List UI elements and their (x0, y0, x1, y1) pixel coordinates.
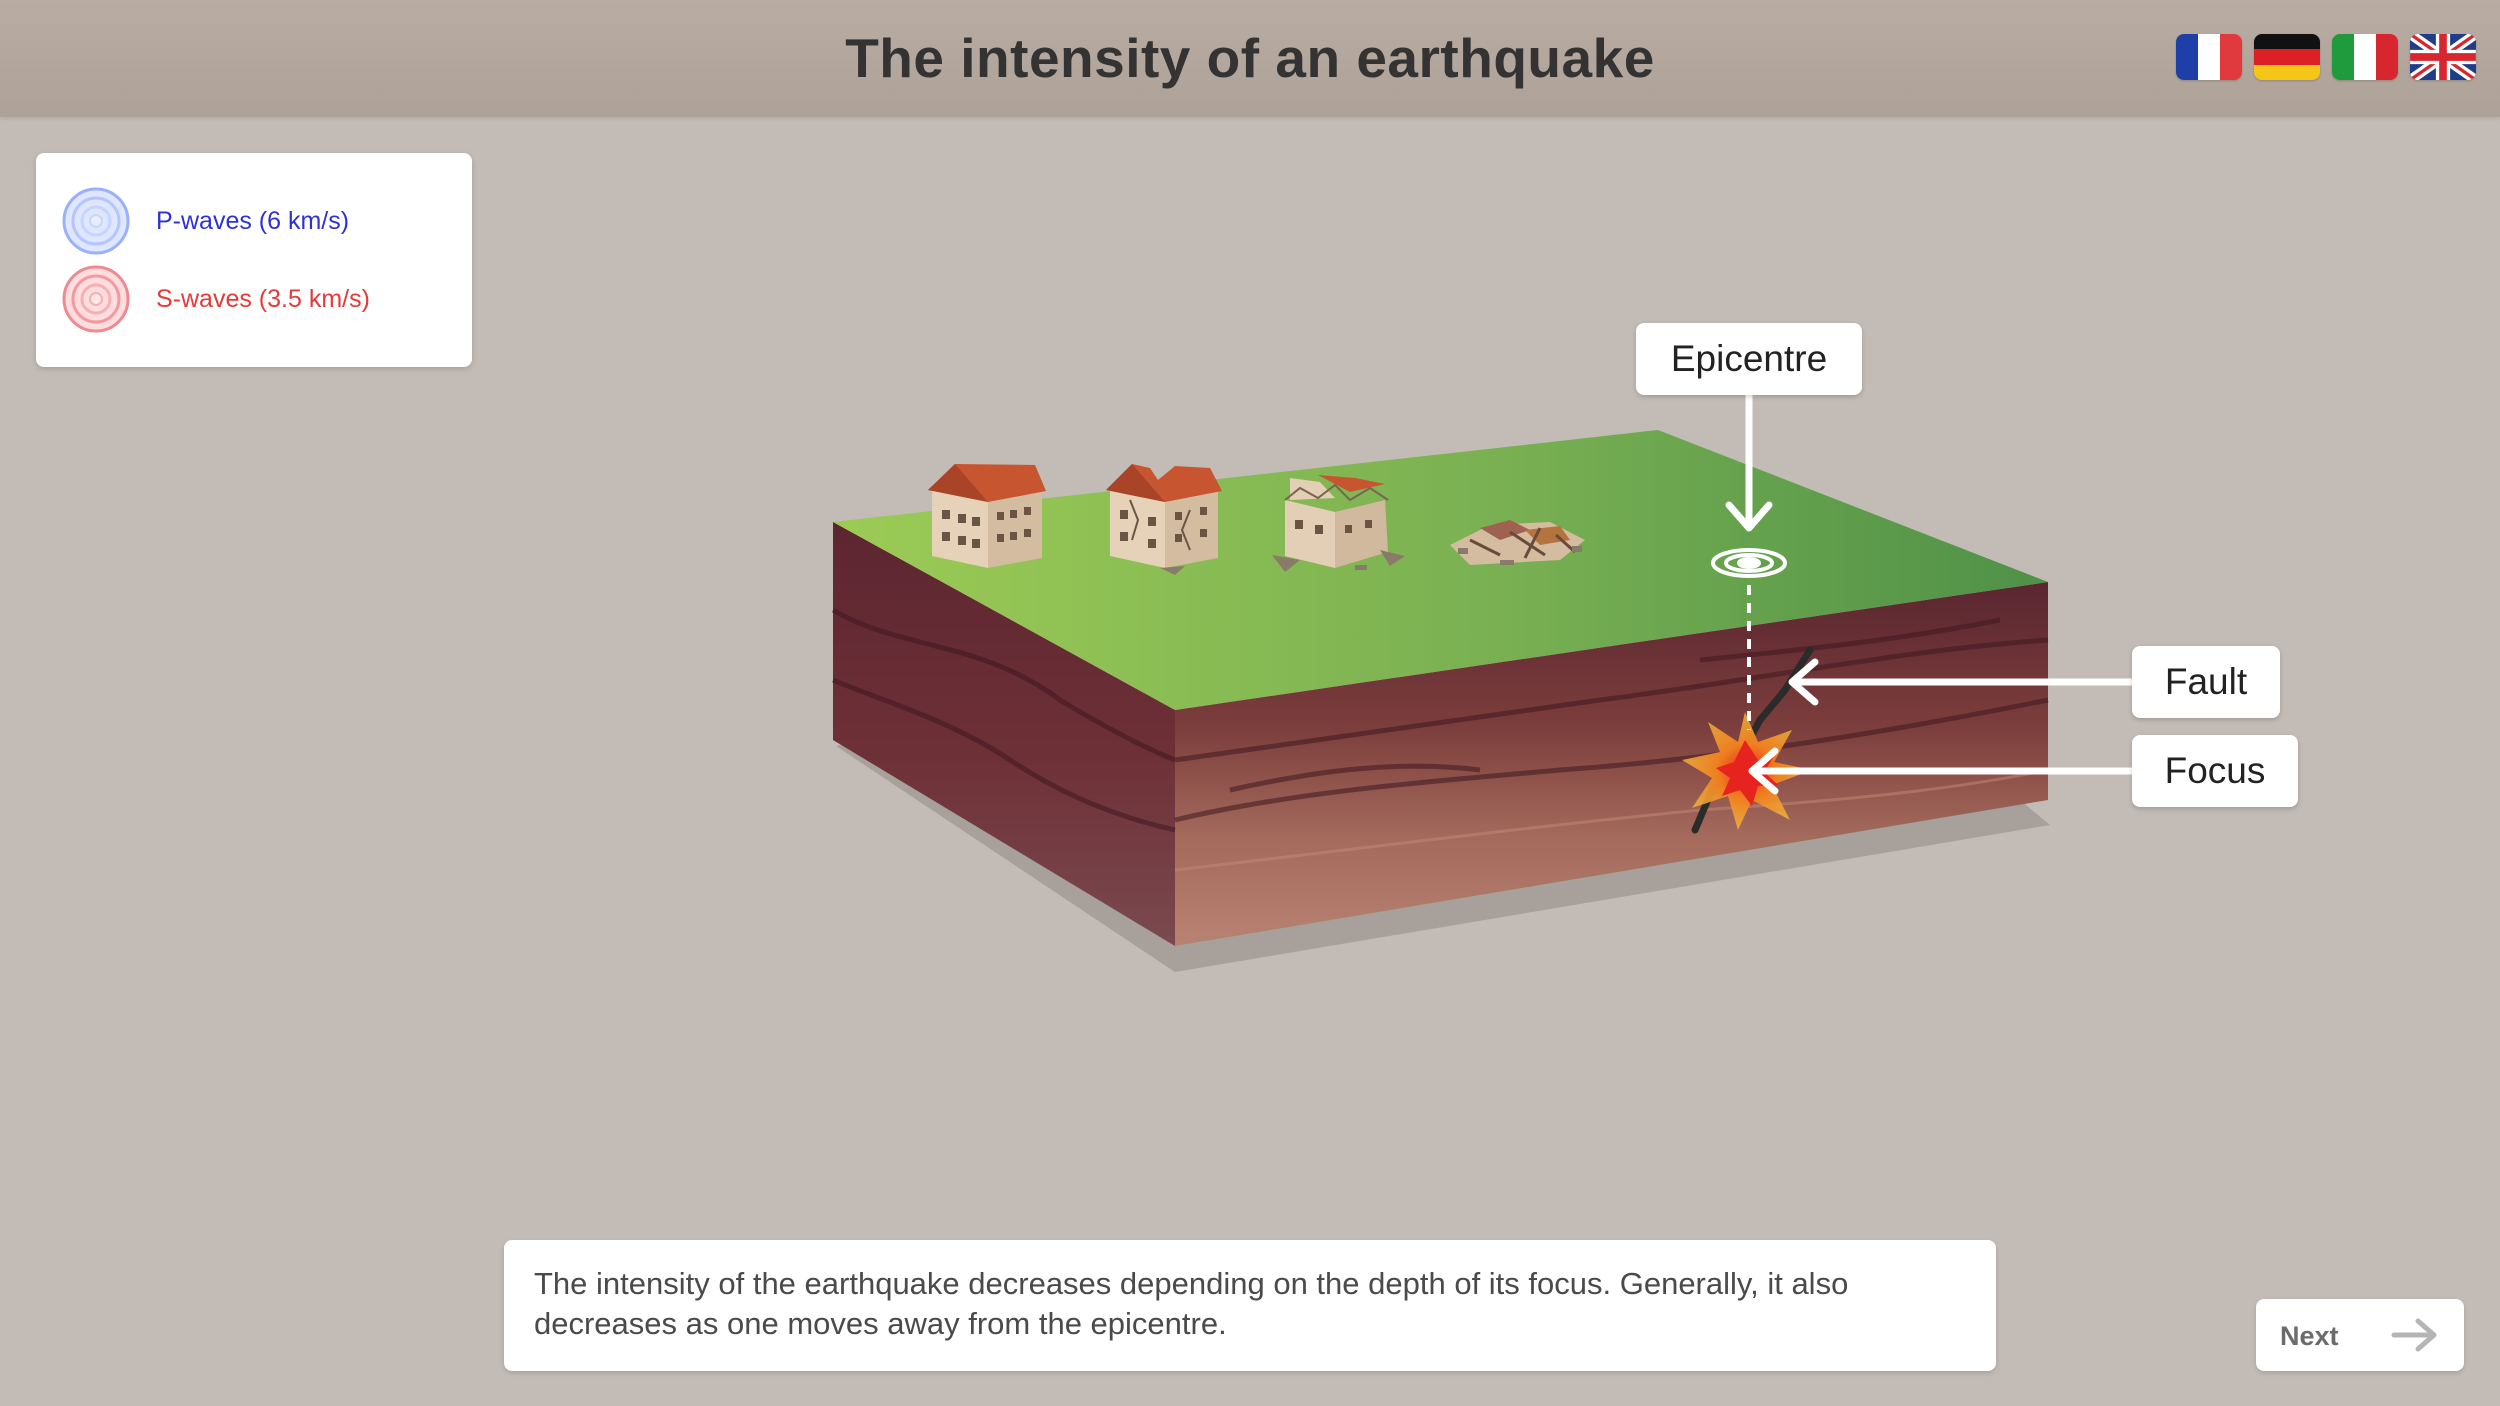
fault-label-text: Fault (2164, 661, 2248, 702)
earth-block-diagram (831, 391, 2136, 972)
caption-text: The intensity of the earthquake decrease… (534, 1266, 1849, 1341)
epicentre-label-text: Epicentre (1670, 338, 1828, 379)
arrow-right-icon (2391, 1318, 2437, 1352)
next-button-label: Next (2280, 1321, 2339, 1351)
caption-box: The intensity of the earthquake decrease… (504, 1240, 1996, 1371)
epicentre-label: Epicentre (1636, 323, 1862, 395)
focus-label: Focus (2132, 735, 2298, 807)
fault-label: Fault (2132, 646, 2280, 718)
next-button[interactable]: Next (2256, 1299, 2464, 1371)
building-intact (928, 464, 1046, 568)
focus-label-text: Focus (2164, 750, 2266, 791)
building-cracked (1106, 464, 1222, 575)
